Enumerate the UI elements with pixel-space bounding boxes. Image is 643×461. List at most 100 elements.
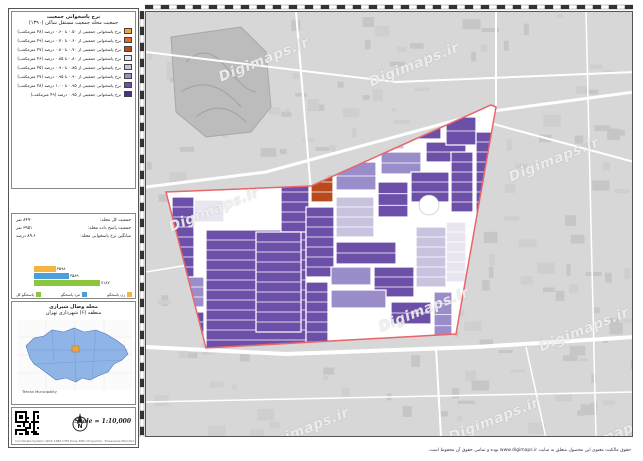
legend-swatch [124,82,132,88]
ruler-tick [139,274,145,284]
bar-legend-item: زن پاسخگو [107,292,132,297]
ruler-tick [168,4,178,10]
building-footprint [464,321,482,331]
qr-module [27,427,29,429]
ruler-tick [504,4,514,10]
legend-item-label: نرخ پاسخوانی جمعیتی از ۰.۸۵ تا ۰.۹۰ درصد… [17,64,121,70]
ruler-tick [139,314,145,324]
stat-label: میانگین نرخ پاسخوانی محله: [80,234,131,239]
ruler-tick [536,4,546,10]
ruler-tick [139,58,145,68]
ruler-tick [139,82,145,92]
building-footprint [592,180,610,191]
legend-item: نرخ پاسخوانی جمعیتی از ۰.۹۵ درصد (۴۹ متر… [15,90,132,98]
building-footprint [372,89,383,102]
qr-module [27,431,29,433]
stat-row: جمعیت کل محله: ۸۴۹۰ نفر [12,217,135,225]
building-footprint [362,17,375,27]
legend-subtitle: جمعیت محله جمعیت مستقل ساکن (۱۳۹۰) [28,20,119,26]
legend-item: نرخ پاسخوانی جمعیتی از ۰.۹۵ تا ۱.۰۰ درصد… [15,81,132,89]
ruler-tick [139,66,145,76]
ruler-tick [592,4,602,10]
building-footprint [483,231,498,243]
projection-credit: Coordinate System: WGS 1984 UTM Zone 39N… [15,439,135,443]
building-footprint [260,148,277,157]
bar-legend-swatch [35,292,41,297]
building-footprint [249,429,264,436]
qr-finder [19,415,23,419]
qr-module [33,429,35,431]
ruler-tick [560,4,570,10]
ruler-tick [139,370,145,380]
respondent-bar [34,280,100,286]
building-footprint [565,215,576,226]
qr-module [23,425,25,427]
ruler-tick [139,50,145,60]
building-footprint [481,280,490,291]
ruler-tick [139,330,145,340]
building-footprint [520,276,533,285]
ruler-tick [616,4,626,10]
building-footprint [292,72,300,79]
ruler-tick [139,234,145,244]
ruler-tick [440,4,450,10]
ruler-tick [360,4,370,10]
qr-module [25,427,27,429]
ruler-tick [139,218,145,228]
building-footprint [585,271,602,277]
locator-subtitle: منطقه (۶) شهرداری تهران [45,310,102,316]
qr-module [37,433,39,435]
ruler-tick [139,402,145,412]
building-footprint [328,144,334,151]
qr-module [33,425,35,427]
qr-finder [37,415,39,419]
building-footprint [307,98,320,111]
building-footprint [510,369,526,373]
ruler-tick [139,394,145,404]
building-footprint [457,415,463,422]
bar-legend-swatch [82,292,87,297]
building-footprint [602,162,611,171]
ruler-tick [139,34,145,44]
legend-list: نرخ پاسخوانی جمعیتی از ۰.۵۰ تا ۰.۶۰ درصد… [12,27,135,98]
left-coordinate-ruler [139,11,145,437]
building-footprint [315,146,330,151]
building-footprint [630,360,632,370]
qr-module [35,431,37,433]
roundabout [418,194,440,216]
ruler-tick [624,4,633,10]
main-map[interactable]: Digimaps.ir Digimaps.ir Digimaps.ir Digimap… [145,11,633,437]
ruler-tick [139,202,145,212]
building-footprint [498,349,513,354]
ruler-tick [139,138,145,148]
building-footprint [594,125,611,132]
building-footprint [364,39,371,50]
qr-module [35,433,37,435]
qr-module [27,417,29,419]
legend-swatch [124,28,132,34]
census-block [305,206,335,278]
ruler-tick [139,306,145,316]
ruler-tick [256,4,266,10]
ruler-tick [280,4,290,10]
ruler-tick [139,130,145,140]
stat-value: ۸۹.۶ درصد [16,234,36,239]
ruler-tick [216,4,226,10]
census-block [330,289,387,309]
building-footprint [342,108,360,118]
ruler-tick [139,418,145,428]
census-block [280,181,310,233]
respondent-bar-value: ۷۱۸۷ [101,280,110,285]
building-footprint [188,352,198,359]
building-footprint [295,92,307,97]
ruler-tick [184,4,194,10]
ruler-tick [139,298,145,308]
ruler-tick [456,4,466,10]
ruler-tick [139,426,145,436]
ruler-tick [139,106,145,116]
building-footprint [614,188,630,194]
building-footprint [351,128,357,138]
building-footprint [471,380,490,391]
ruler-tick [320,4,330,10]
ruler-tick [336,4,346,10]
